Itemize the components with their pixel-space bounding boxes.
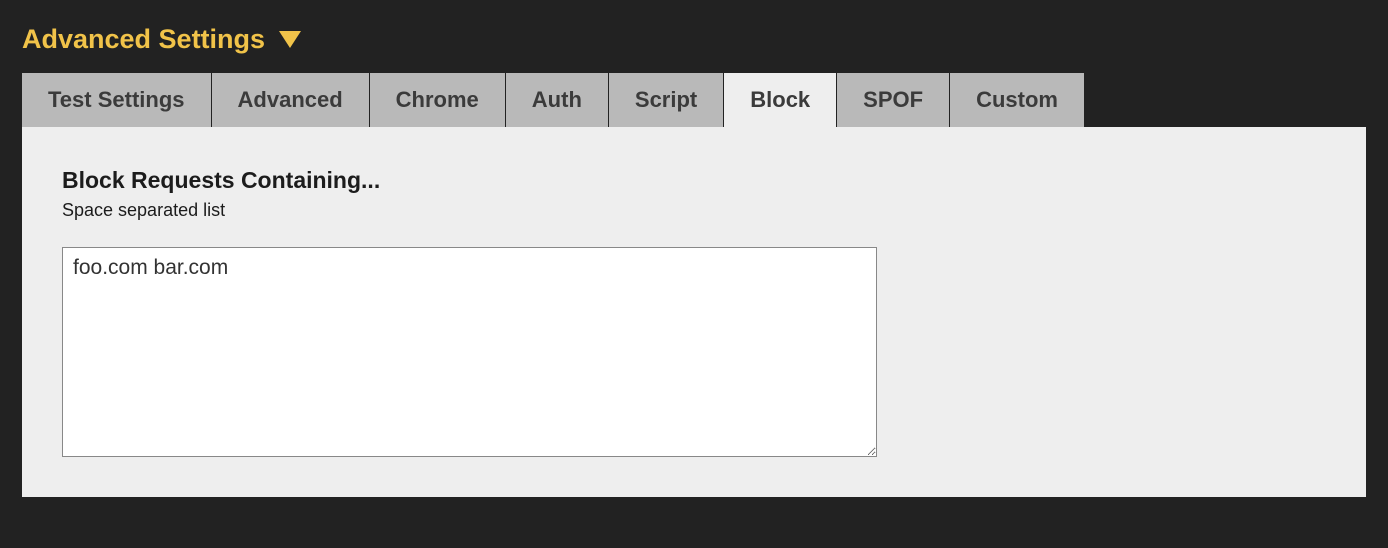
tab-auth[interactable]: Auth (506, 73, 609, 130)
advanced-settings-header: Advanced Settings (0, 0, 1388, 73)
tab-advanced[interactable]: Advanced (212, 73, 370, 130)
block-requests-input[interactable] (62, 247, 877, 457)
block-panel-subheading: Space separated list (62, 200, 1326, 221)
collapse-toggle-icon[interactable] (279, 31, 301, 49)
tab-custom[interactable]: Custom (950, 73, 1085, 130)
tab-chrome[interactable]: Chrome (370, 73, 506, 130)
block-panel-heading: Block Requests Containing... (62, 167, 1326, 194)
page-title: Advanced Settings (22, 24, 265, 55)
tab-block[interactable]: Block (724, 73, 837, 130)
settings-tabs: Test Settings Advanced Chrome Auth Scrip… (22, 73, 1366, 130)
tab-spof[interactable]: SPOF (837, 73, 950, 130)
tab-script[interactable]: Script (609, 73, 724, 130)
block-panel: Block Requests Containing... Space separ… (22, 127, 1366, 497)
tab-test-settings[interactable]: Test Settings (22, 73, 212, 130)
